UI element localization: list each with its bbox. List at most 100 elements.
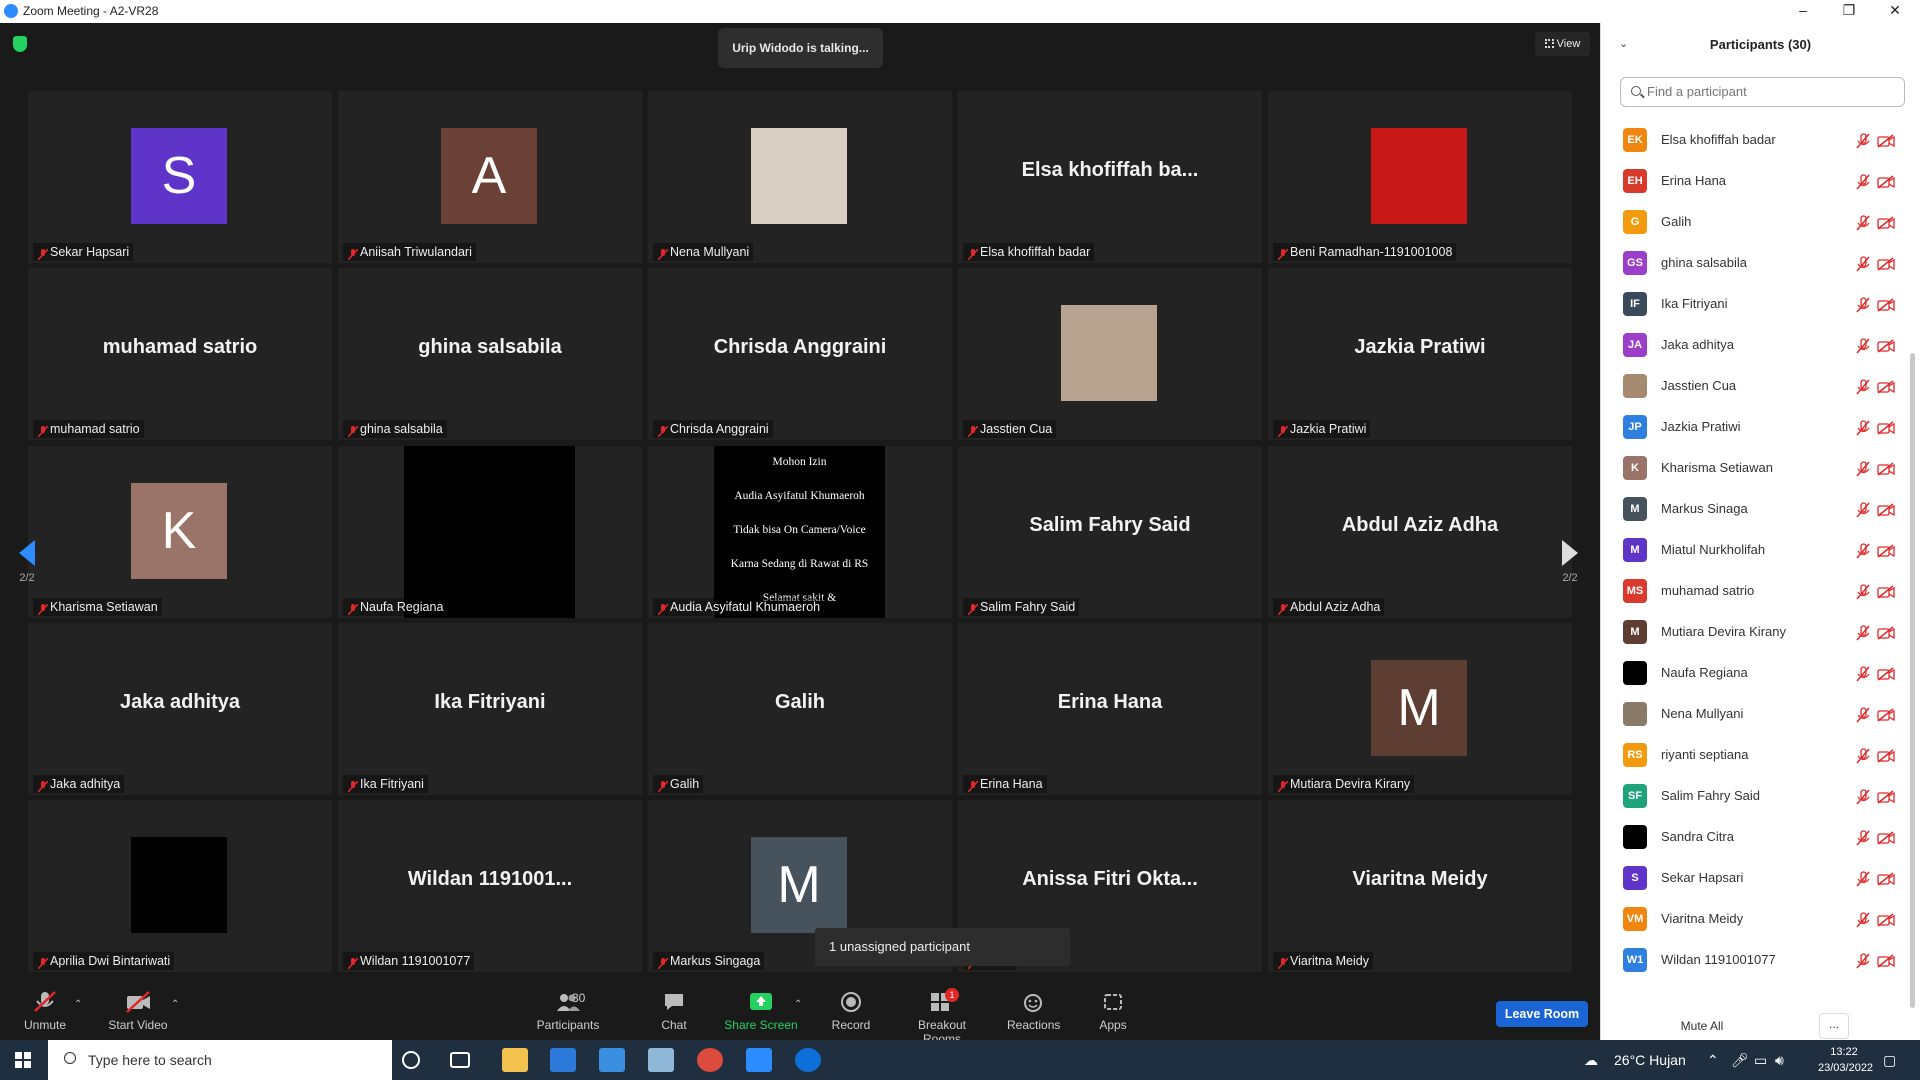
- participant-search-input[interactable]: [1647, 84, 1897, 99]
- share-screen-button[interactable]: Share Screen: [724, 991, 798, 1032]
- participant-row[interactable]: RS riyanti septiana: [1601, 735, 1906, 776]
- video-tile[interactable]: Erina Hana Erina Hana: [958, 623, 1262, 795]
- participants-button[interactable]: 30 Participants: [535, 991, 601, 1032]
- video-off-icon[interactable]: [1877, 257, 1895, 271]
- notifications-icon[interactable]: ▢: [1883, 1052, 1896, 1069]
- muted-mic-icon[interactable]: [1856, 707, 1870, 723]
- muted-mic-icon[interactable]: [1856, 338, 1870, 354]
- video-tile[interactable]: Nena Mullyani: [648, 91, 952, 263]
- mail-icon[interactable]: [599, 1048, 625, 1072]
- video-tile[interactable]: Jazkia Pratiwi Jazkia Pratiwi: [1268, 268, 1572, 440]
- participant-search[interactable]: [1620, 77, 1905, 107]
- video-tile[interactable]: Galih Galih: [648, 623, 952, 795]
- video-tile[interactable]: Beni Ramadhan-1191001008: [1268, 91, 1572, 263]
- video-off-icon[interactable]: [1877, 667, 1895, 681]
- muted-mic-icon[interactable]: [1856, 379, 1870, 395]
- more-options-button[interactable]: ...: [1819, 1013, 1849, 1039]
- breakout-rooms-button[interactable]: 1 Breakout Rooms: [898, 988, 986, 1046]
- muted-mic-icon[interactable]: [1856, 871, 1870, 887]
- participants-scrollbar[interactable]: [1910, 353, 1915, 1008]
- video-tile[interactable]: A Aniisah Triwulandari: [338, 91, 642, 263]
- video-off-icon[interactable]: [1877, 339, 1895, 353]
- participant-row[interactable]: M Miatul Nurkholifah: [1601, 530, 1906, 571]
- muted-mic-icon[interactable]: [1856, 543, 1870, 559]
- mute-all-button[interactable]: Mute All: [1663, 1013, 1741, 1039]
- participant-row[interactable]: Naufa Regiana: [1601, 653, 1906, 694]
- participant-row[interactable]: MS muhamad satrio: [1601, 571, 1906, 612]
- next-page-button[interactable]: 2/2: [1553, 509, 1587, 599]
- video-off-icon[interactable]: [1877, 790, 1895, 804]
- participant-row[interactable]: SF Salim Fahry Said: [1601, 776, 1906, 817]
- task-view-icon[interactable]: [450, 1052, 470, 1068]
- participant-row[interactable]: S Sekar Hapsari: [1601, 858, 1906, 899]
- video-tile[interactable]: M Mutiara Devira Kirany: [1268, 623, 1572, 795]
- mic-tray-icon[interactable]: 🎤︎: [1731, 1052, 1749, 1069]
- video-off-icon[interactable]: [1877, 831, 1895, 845]
- file-explorer-icon[interactable]: [502, 1048, 528, 1072]
- muted-mic-icon[interactable]: [1856, 830, 1870, 846]
- leave-room-button[interactable]: Leave Room: [1496, 1001, 1588, 1027]
- minimize-button[interactable]: –: [1780, 0, 1826, 22]
- view-button[interactable]: View: [1535, 32, 1590, 56]
- muted-mic-icon[interactable]: [1856, 584, 1870, 600]
- share-options-caret[interactable]: ⌃: [794, 999, 802, 1010]
- participant-row[interactable]: Jasstien Cua: [1601, 366, 1906, 407]
- muted-mic-icon[interactable]: [1856, 953, 1870, 969]
- video-tile[interactable]: Naufa Regiana: [338, 446, 642, 618]
- windows-start-button[interactable]: [15, 1052, 31, 1068]
- participant-row[interactable]: M Mutiara Devira Kirany: [1601, 612, 1906, 653]
- video-tile[interactable]: Ika Fitriyani Ika Fitriyani: [338, 623, 642, 795]
- muted-mic-icon[interactable]: [1856, 133, 1870, 149]
- video-off-icon[interactable]: [1877, 708, 1895, 722]
- video-off-icon[interactable]: [1877, 175, 1895, 189]
- muted-mic-icon[interactable]: [1856, 666, 1870, 682]
- video-off-icon[interactable]: [1877, 913, 1895, 927]
- video-tile[interactable]: Elsa khofiffah ba... Elsa khofiffah badar: [958, 91, 1262, 263]
- video-off-icon[interactable]: [1877, 298, 1895, 312]
- teamviewer-icon[interactable]: [795, 1048, 821, 1072]
- muted-mic-icon[interactable]: [1856, 461, 1870, 477]
- video-tile[interactable]: Jaka adhitya Jaka adhitya: [28, 623, 332, 795]
- participant-row[interactable]: EH Erina Hana: [1601, 161, 1906, 202]
- muted-mic-icon[interactable]: [1856, 625, 1870, 641]
- muted-mic-icon[interactable]: [1856, 748, 1870, 764]
- participant-row[interactable]: GS ghina salsabila: [1601, 243, 1906, 284]
- muted-mic-icon[interactable]: [1856, 420, 1870, 436]
- weather-text[interactable]: 26°C Hujan: [1614, 1052, 1686, 1068]
- participant-row[interactable]: K Kharisma Setiawan: [1601, 448, 1906, 489]
- video-tile[interactable]: Salim Fahry Said Salim Fahry Said: [958, 446, 1262, 618]
- muted-mic-icon[interactable]: [1856, 912, 1870, 928]
- zoom-taskbar-icon[interactable]: [746, 1048, 772, 1072]
- participant-row[interactable]: M Markus Sinaga: [1601, 489, 1906, 530]
- video-off-icon[interactable]: [1877, 626, 1895, 640]
- video-options-caret[interactable]: ⌃: [171, 999, 179, 1010]
- security-shield-icon[interactable]: [13, 36, 27, 52]
- video-tile[interactable]: Chrisda Anggraini Chrisda Anggraini: [648, 268, 952, 440]
- video-off-icon[interactable]: [1877, 585, 1895, 599]
- store-icon[interactable]: [550, 1048, 576, 1072]
- record-button[interactable]: Record: [830, 991, 872, 1032]
- taskbar-clock[interactable]: 13:22 23/03/2022: [1818, 1044, 1873, 1076]
- video-off-icon[interactable]: [1877, 872, 1895, 886]
- participant-row[interactable]: VM Viaritna Meidy: [1601, 899, 1906, 940]
- participant-row[interactable]: EK Elsa khofiffah badar: [1601, 120, 1906, 161]
- video-tile[interactable]: Mohon Izin Audia Asyifatul Khumaeroh Tidak…: [648, 446, 952, 618]
- apps-button[interactable]: Apps: [1097, 991, 1129, 1032]
- cortana-icon[interactable]: [402, 1051, 420, 1069]
- video-off-icon[interactable]: [1877, 134, 1895, 148]
- close-button[interactable]: ✕: [1872, 0, 1918, 22]
- video-tile[interactable]: Wildan 1191001... Wildan 1191001077: [338, 800, 642, 972]
- muted-mic-icon[interactable]: [1856, 215, 1870, 231]
- video-off-icon[interactable]: [1877, 954, 1895, 968]
- video-off-icon[interactable]: [1877, 462, 1895, 476]
- video-tile[interactable]: Viaritna Meidy Viaritna Meidy: [1268, 800, 1572, 972]
- prev-page-button[interactable]: 2/2: [10, 509, 44, 599]
- taskbar-search[interactable]: Type here to search: [48, 1040, 392, 1080]
- video-tile[interactable]: muhamad satrio muhamad satrio: [28, 268, 332, 440]
- tray-chevron-icon[interactable]: ⌃: [1707, 1052, 1719, 1069]
- video-tile[interactable]: ghina salsabila ghina salsabila: [338, 268, 642, 440]
- participant-row[interactable]: Sandra Citra: [1601, 817, 1906, 858]
- video-off-icon[interactable]: [1877, 503, 1895, 517]
- muted-mic-icon[interactable]: [1856, 789, 1870, 805]
- muted-mic-icon[interactable]: [1856, 297, 1870, 313]
